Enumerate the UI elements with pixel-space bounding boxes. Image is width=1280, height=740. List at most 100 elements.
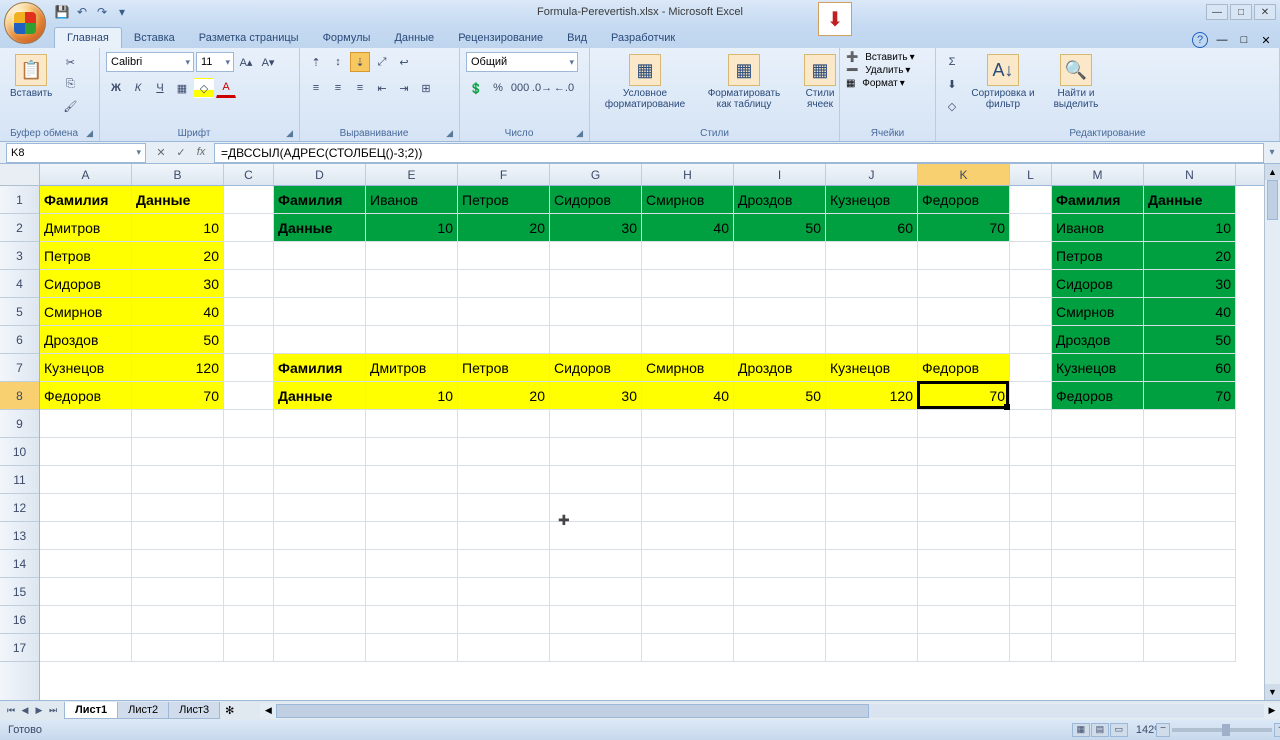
- cell-C10[interactable]: [224, 438, 274, 466]
- cell-H4[interactable]: [642, 270, 734, 298]
- cell-L15[interactable]: [1010, 578, 1052, 606]
- cell-C9[interactable]: [224, 410, 274, 438]
- cell-L13[interactable]: [1010, 522, 1052, 550]
- cell-K11[interactable]: [918, 466, 1010, 494]
- cell-H1[interactable]: Смирнов: [642, 186, 734, 214]
- cell-K15[interactable]: [918, 578, 1010, 606]
- cell-E7[interactable]: Дмитров: [366, 354, 458, 382]
- cell-K3[interactable]: [918, 242, 1010, 270]
- cell-I10[interactable]: [734, 438, 826, 466]
- cell-L3[interactable]: [1010, 242, 1052, 270]
- cell-C11[interactable]: [224, 466, 274, 494]
- cell-F4[interactable]: [458, 270, 550, 298]
- cell-E8[interactable]: 10: [366, 382, 458, 410]
- cell-K8[interactable]: 70: [918, 382, 1010, 410]
- cell-grid[interactable]: ФамилияДанныеДмитров10Петров20Сидоров30С…: [40, 186, 1264, 700]
- cell-C17[interactable]: [224, 634, 274, 662]
- row-header-12[interactable]: 12: [0, 494, 39, 522]
- row-headers[interactable]: 1234567891011121314151617: [0, 186, 40, 700]
- cell-I15[interactable]: [734, 578, 826, 606]
- cell-B14[interactable]: [132, 550, 224, 578]
- cell-N5[interactable]: 40: [1144, 298, 1236, 326]
- last-sheet-icon[interactable]: ⏭: [46, 705, 60, 716]
- row-header-10[interactable]: 10: [0, 438, 39, 466]
- cell-I3[interactable]: [734, 242, 826, 270]
- page-break-view-icon[interactable]: ▭: [1110, 723, 1128, 737]
- addin-button[interactable]: ⬇: [818, 2, 852, 36]
- cell-B6[interactable]: 50: [132, 326, 224, 354]
- cell-J9[interactable]: [826, 410, 918, 438]
- cell-F7[interactable]: Петров: [458, 354, 550, 382]
- cell-C5[interactable]: [224, 298, 274, 326]
- clipboard-launcher-icon[interactable]: ◢: [86, 128, 93, 139]
- cell-B8[interactable]: 70: [132, 382, 224, 410]
- cell-D4[interactable]: [274, 270, 366, 298]
- cell-F2[interactable]: 20: [458, 214, 550, 242]
- cell-J13[interactable]: [826, 522, 918, 550]
- cell-G16[interactable]: [550, 606, 642, 634]
- clear-icon[interactable]: ◇: [942, 96, 962, 116]
- minimize-ribbon-icon[interactable]: —: [1214, 32, 1230, 48]
- zoom-knob[interactable]: [1222, 724, 1230, 736]
- cell-I13[interactable]: [734, 522, 826, 550]
- name-box[interactable]: K8: [6, 143, 146, 163]
- row-header-5[interactable]: 5: [0, 298, 39, 326]
- cell-A7[interactable]: Кузнецов: [40, 354, 132, 382]
- cell-H17[interactable]: [642, 634, 734, 662]
- col-header-K[interactable]: K: [918, 164, 1010, 185]
- cell-F13[interactable]: [458, 522, 550, 550]
- fx-icon[interactable]: fx: [192, 146, 210, 159]
- cell-N14[interactable]: [1144, 550, 1236, 578]
- cell-D7[interactable]: Фамилия: [274, 354, 366, 382]
- cell-C2[interactable]: [224, 214, 274, 242]
- cell-A1[interactable]: Фамилия: [40, 186, 132, 214]
- cell-J7[interactable]: Кузнецов: [826, 354, 918, 382]
- row-header-15[interactable]: 15: [0, 578, 39, 606]
- fill-color-icon[interactable]: ◇: [194, 78, 214, 98]
- maximize-button[interactable]: □: [1230, 4, 1252, 20]
- cell-B7[interactable]: 120: [132, 354, 224, 382]
- cell-J6[interactable]: [826, 326, 918, 354]
- cell-M1[interactable]: Фамилия: [1052, 186, 1144, 214]
- cell-E6[interactable]: [366, 326, 458, 354]
- cell-N4[interactable]: 30: [1144, 270, 1236, 298]
- cell-B15[interactable]: [132, 578, 224, 606]
- cancel-formula-icon[interactable]: ✕: [152, 146, 170, 159]
- cell-L6[interactable]: [1010, 326, 1052, 354]
- align-right-icon[interactable]: ≡: [350, 78, 370, 98]
- cell-C12[interactable]: [224, 494, 274, 522]
- cell-F9[interactable]: [458, 410, 550, 438]
- cell-N3[interactable]: 20: [1144, 242, 1236, 270]
- vscroll-thumb[interactable]: [1267, 180, 1278, 220]
- scroll-up-icon[interactable]: ▲: [1265, 164, 1280, 180]
- italic-icon[interactable]: К: [128, 78, 148, 98]
- cell-M12[interactable]: [1052, 494, 1144, 522]
- cell-G5[interactable]: [550, 298, 642, 326]
- cell-A16[interactable]: [40, 606, 132, 634]
- cell-J5[interactable]: [826, 298, 918, 326]
- cell-A11[interactable]: [40, 466, 132, 494]
- tab-вставка[interactable]: Вставка: [122, 28, 187, 48]
- cell-H8[interactable]: 40: [642, 382, 734, 410]
- cell-F15[interactable]: [458, 578, 550, 606]
- cell-B1[interactable]: Данные: [132, 186, 224, 214]
- cell-L4[interactable]: [1010, 270, 1052, 298]
- cell-J15[interactable]: [826, 578, 918, 606]
- cell-G17[interactable]: [550, 634, 642, 662]
- cell-M9[interactable]: [1052, 410, 1144, 438]
- align-center-icon[interactable]: ≡: [328, 78, 348, 98]
- cell-C16[interactable]: [224, 606, 274, 634]
- row-header-3[interactable]: 3: [0, 242, 39, 270]
- cell-K16[interactable]: [918, 606, 1010, 634]
- number-launcher-icon[interactable]: ◢: [576, 128, 583, 139]
- cell-L1[interactable]: [1010, 186, 1052, 214]
- cell-L16[interactable]: [1010, 606, 1052, 634]
- row-header-8[interactable]: 8: [0, 382, 39, 410]
- cell-A12[interactable]: [40, 494, 132, 522]
- grow-font-icon[interactable]: A▴: [236, 52, 256, 72]
- number-format-combo[interactable]: Общий: [466, 52, 578, 72]
- cell-D10[interactable]: [274, 438, 366, 466]
- cell-M6[interactable]: Дроздов: [1052, 326, 1144, 354]
- cell-N16[interactable]: [1144, 606, 1236, 634]
- cell-I14[interactable]: [734, 550, 826, 578]
